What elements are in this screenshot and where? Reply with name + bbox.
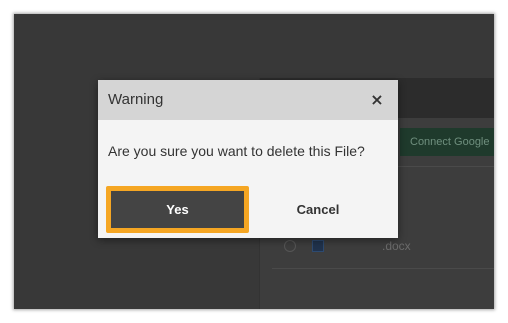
dialog-header: Warning × xyxy=(98,80,398,120)
dialog-message: Are you sure you want to delete this Fil… xyxy=(108,143,365,159)
close-icon[interactable]: × xyxy=(368,90,386,110)
yes-button-focus-ring: Yes xyxy=(106,186,249,233)
word-document-icon xyxy=(312,240,324,252)
app-window: Connect Google ng .docx Warning × Are yo… xyxy=(14,14,494,309)
cancel-button[interactable]: Cancel xyxy=(258,188,378,231)
connect-google-button: Connect Google xyxy=(400,128,494,156)
yes-button[interactable]: Yes xyxy=(111,191,244,228)
radio-circle-icon xyxy=(284,240,296,252)
warning-dialog: Warning × Are you sure you want to delet… xyxy=(98,80,398,238)
divider xyxy=(272,268,494,269)
dialog-title: Warning xyxy=(108,91,164,108)
